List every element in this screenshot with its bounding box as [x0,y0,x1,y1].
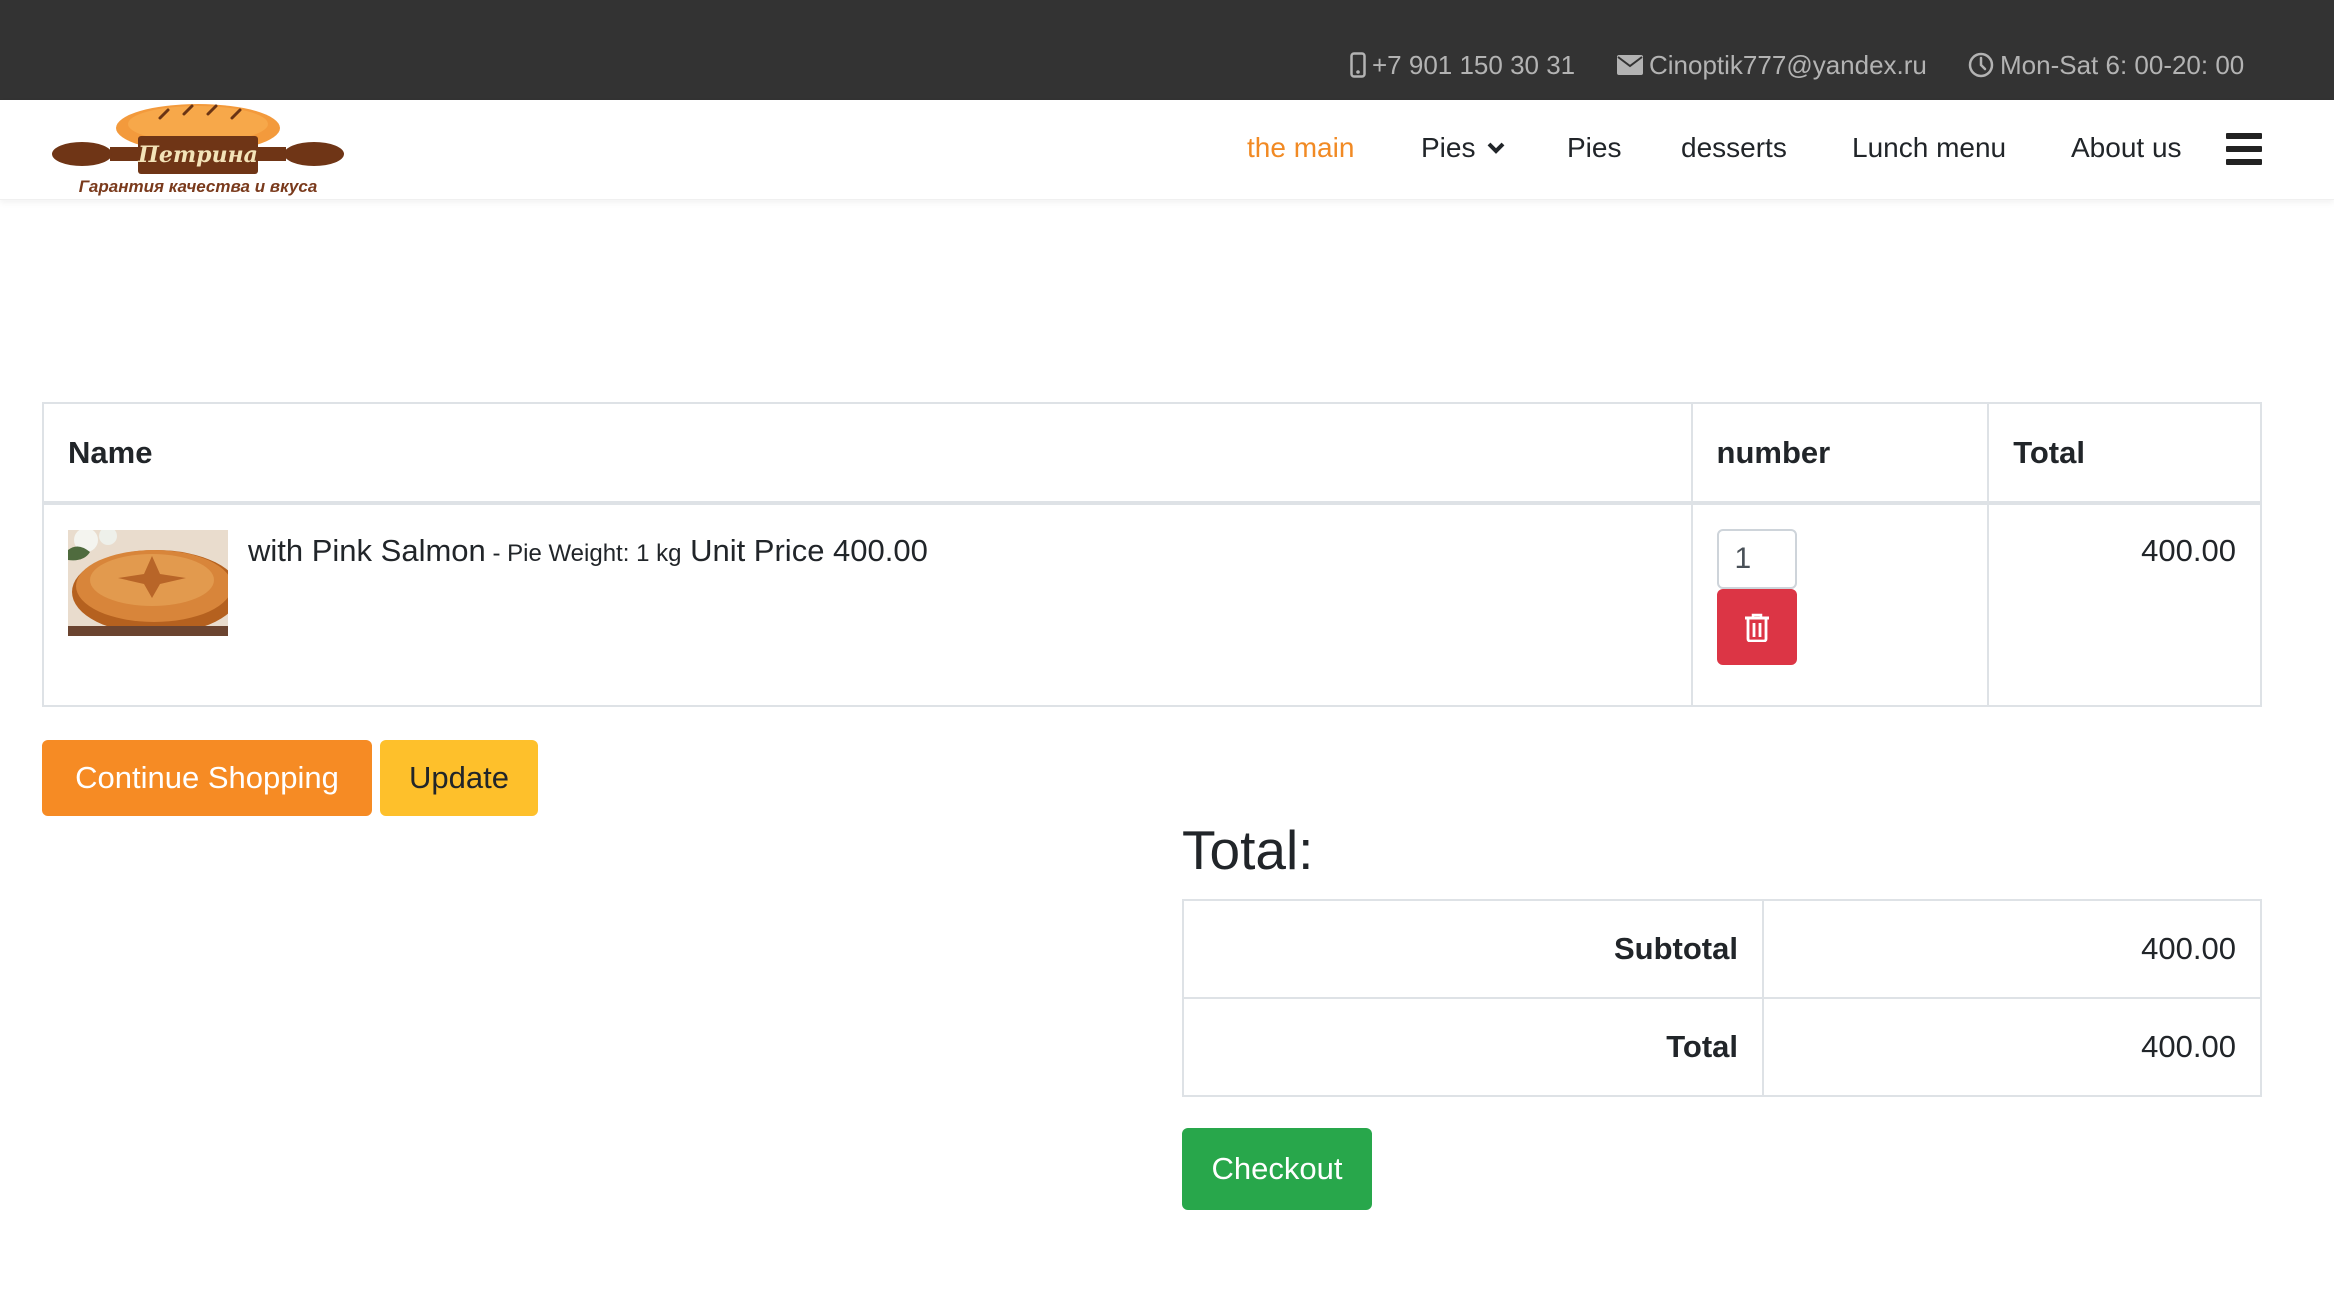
product-weight: Pie Weight: 1 kg [507,540,682,567]
phone-number: +7 901 150 30 31 [1372,49,1576,80]
product-separator: - [485,540,508,567]
cart-header-row: Name number Total [42,402,2262,505]
logo-tagline: Гарантия качества и вкуса [79,177,318,196]
subtotal-value: 400.00 [1762,899,2262,999]
product-name[interactable]: with Pink Salmon [248,533,486,568]
continue-shopping-button[interactable]: Continue Shopping [42,740,372,816]
contact-phone[interactable]: +7 901 150 30 31 [1350,48,1575,82]
top-info-bar: +7 901 150 30 31 Cinoptik777@yandex.ru M… [0,0,2334,100]
cart-item-name-cell: with Pink Salmon - Pie Weight: 1 kg Unit… [42,502,1693,707]
totals-heading: Total: [1182,819,1314,881]
nav-item-about-us[interactable]: About us [2071,132,2182,164]
nav-label: Lunch menu [1852,132,2007,163]
clock-icon [1968,52,1994,78]
subtotal-row: Subtotal 400.00 [1182,899,2262,999]
working-hours: Mon-Sat 6: 00-20: 00 [1968,48,2244,82]
mobile-phone-icon [1350,52,1366,78]
cart-table: Name number Total with Pink Salmon - Pie… [42,402,2262,707]
checkout-button[interactable]: Checkout [1182,1128,1372,1210]
nav-label: desserts [1681,132,1787,163]
nav-item-pies[interactable]: Pies [1567,132,1621,164]
total-row: Total 400.00 [1182,997,2262,1097]
envelope-icon [1617,55,1643,75]
header-number: number [1690,402,1990,505]
chevron-down-icon [1488,142,1505,154]
nav-item-desserts[interactable]: desserts [1681,132,1787,164]
cart-item-row: with Pink Salmon - Pie Weight: 1 kg Unit… [42,502,2262,707]
nav-item-pies-dropdown[interactable]: Pies [1421,132,1505,164]
nav-label: Pies [1421,132,1476,163]
nav-label: About us [2071,132,2182,163]
email-address: Cinoptik777@yandex.ru [1649,49,1927,80]
hours-text: Mon-Sat 6: 00-20: 00 [2000,49,2245,80]
main-navbar: Петрина Гарантия качества и вкуса the ma… [0,100,2334,200]
trash-icon [1744,613,1769,642]
cart-item-line-total: 400.00 [1987,502,2262,707]
nav-item-the-main[interactable]: the main [1247,132,1354,164]
logo-name: Петрина [137,142,258,168]
contact-email[interactable]: Cinoptik777@yandex.ru [1617,48,1927,82]
product-description: with Pink Salmon - Pie Weight: 1 kg Unit… [248,529,928,569]
site-logo[interactable]: Петрина Гарантия качества и вкуса [48,100,348,200]
quantity-input[interactable] [1716,529,1797,589]
nav-item-lunch-menu[interactable]: Lunch menu [1852,132,2006,164]
product-thumbnail[interactable] [68,530,228,636]
hamburger-menu-icon[interactable] [2226,133,2262,165]
nav-label: Pies [1567,132,1622,163]
cart-item-quantity-cell [1690,502,1990,707]
update-cart-button[interactable]: Update [380,740,538,816]
totals-table: Subtotal 400.00 Total 400.00 [1182,899,2262,1097]
header-name: Name [42,402,1693,505]
remove-item-button[interactable] [1716,589,1797,665]
unit-price: Unit Price 400.00 [690,533,928,568]
subtotal-label: Subtotal [1182,899,1764,999]
nav-label: the main [1247,132,1355,163]
header-total: Total [1987,402,2262,505]
total-label: Total [1182,997,1764,1097]
total-value: 400.00 [1762,997,2262,1097]
